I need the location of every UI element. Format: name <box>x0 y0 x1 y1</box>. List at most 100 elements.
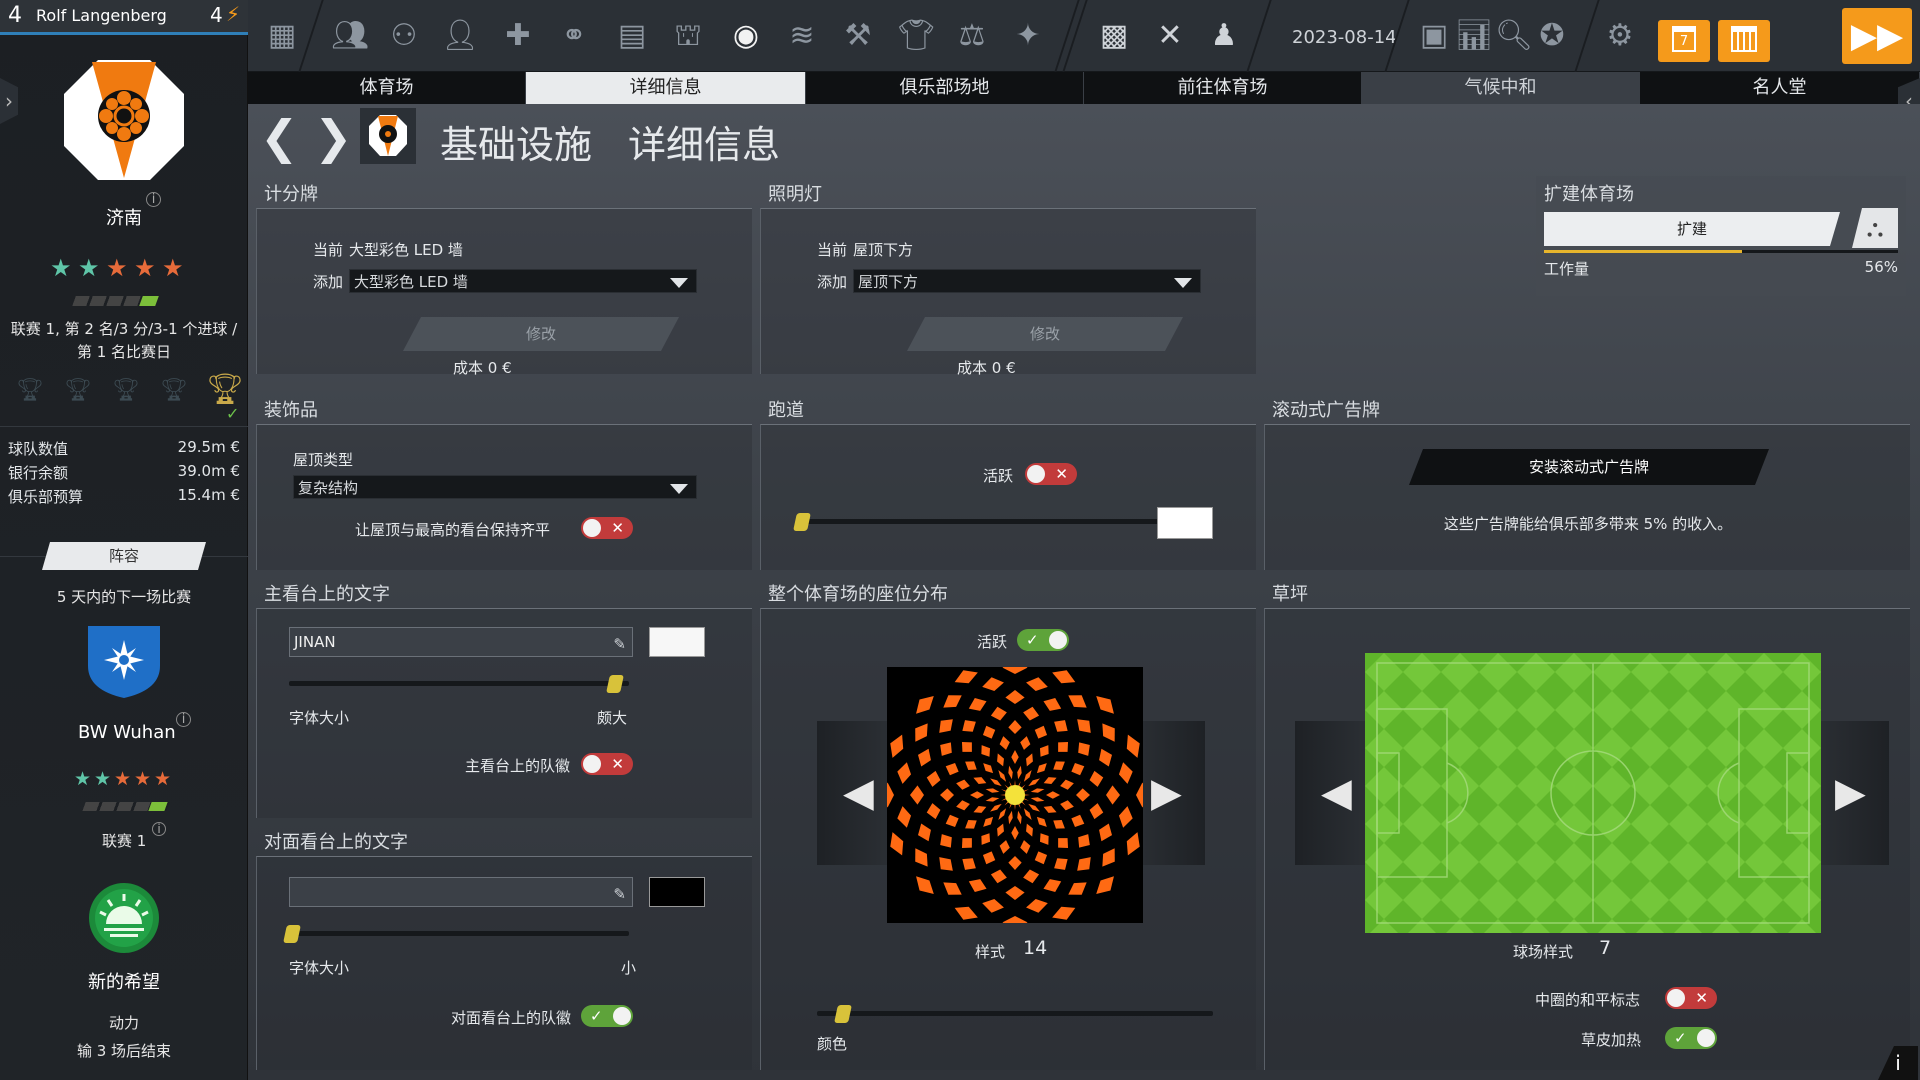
pitch-next-button[interactable]: ▶ <box>1817 721 1889 865</box>
player-icon[interactable]: 👤︎ <box>440 16 480 56</box>
trophy-icon[interactable]: 🏆︎ <box>112 378 140 403</box>
page-title-details: 详细信息 <box>628 123 781 167</box>
training-icon[interactable]: ⛫ <box>668 16 708 56</box>
board-icon[interactable]: ⚖ <box>952 16 992 56</box>
trophy-icon[interactable]: 🏆︎ <box>64 378 92 403</box>
slider-thumb[interactable] <box>606 675 625 693</box>
opponent-info-icon[interactable]: i <box>176 712 191 727</box>
slider-thumb[interactable] <box>283 925 301 943</box>
club-name[interactable]: 济南 <box>106 204 142 230</box>
seating-active-toggle[interactable]: ✓ <box>1017 629 1069 651</box>
pitch-prev-button[interactable]: ◀ <box>1295 721 1367 865</box>
opposite-stand-crest-toggle[interactable]: ✓ <box>581 1005 633 1027</box>
finances-icon[interactable]: ≋ <box>782 16 822 56</box>
seating-color-slider[interactable] <box>817 1011 1213 1016</box>
statistics-icon[interactable]: 📊︎ <box>1454 16 1494 56</box>
slider-thumb[interactable] <box>793 513 811 531</box>
main-stand-crest-toggle[interactable]: ✕ <box>581 753 633 775</box>
peace-sign-toggle[interactable]: ✕ <box>1665 987 1717 1009</box>
seat-block <box>1058 838 1069 849</box>
trophy-icon[interactable]: 🏆︎ <box>16 378 44 403</box>
search-icon[interactable]: 🔍︎ <box>1494 16 1534 56</box>
calendar-icon[interactable]: ▤ <box>612 16 652 56</box>
tab-go-to-stadium[interactable]: 前往体育场 <box>1084 72 1362 104</box>
opposite-stand-text-input[interactable]: ✎ <box>289 877 633 907</box>
lighting-cost: 成本 0 € <box>957 359 1016 377</box>
club-crest-icon[interactable] <box>62 58 186 182</box>
achievements-icon[interactable]: ✪ <box>1532 16 1572 56</box>
collapse-sidebar-icon[interactable]: › <box>0 78 18 124</box>
back-arrow-icon[interactable]: ❮ <box>260 114 299 160</box>
sunrise-icon[interactable] <box>88 882 160 954</box>
stadium-layout-icon[interactable]: ⛬ <box>1852 208 1898 248</box>
momentum-text: 输 3 场后结束 <box>76 1042 172 1060</box>
opposite-stand-font-slider[interactable] <box>289 931 629 936</box>
medical-icon[interactable]: ✚ <box>498 16 538 56</box>
track-color-swatch[interactable] <box>1157 507 1213 539</box>
opposite-stand-color-swatch[interactable] <box>649 877 705 907</box>
seating-next-button[interactable]: ▶ <box>1133 721 1205 865</box>
calendar-month-button[interactable] <box>1718 20 1770 62</box>
tactics-icon[interactable]: ⚇ <box>384 16 424 56</box>
finances-list: 球队数值 29.5m € 银行余额 39.0m € 俱乐部预算 15.4m € <box>8 438 240 510</box>
track-active-toggle[interactable]: ✕ <box>1025 463 1077 485</box>
forward-arrow-icon[interactable]: ❯ <box>314 114 353 160</box>
slider-thumb[interactable] <box>834 1005 853 1023</box>
presentation-icon[interactable]: ▣ <box>1414 16 1454 56</box>
trophy-icon[interactable]: 🏆︎ <box>160 378 188 403</box>
transfer-icon[interactable]: ⚒ <box>838 16 878 56</box>
club-info-icon[interactable]: i <box>146 192 161 207</box>
lighting-modify-button[interactable]: 修改 <box>907 317 1183 351</box>
scoreboard-modify-button[interactable]: 修改 <box>403 317 679 351</box>
tab-climate-neutral[interactable]: 气候中和 <box>1362 72 1640 104</box>
league-info-icon[interactable]: i <box>152 822 166 836</box>
kit-icon[interactable]: 👕︎ <box>896 16 936 56</box>
youth-icon[interactable]: ✦ <box>1008 16 1048 56</box>
toggle-knob <box>1027 465 1045 483</box>
tab-details[interactable]: 详细信息 <box>526 72 806 104</box>
main-stand-color-swatch[interactable] <box>649 627 705 657</box>
tab-club-grounds[interactable]: 俱乐部场地 <box>806 72 1084 104</box>
manager-bar[interactable]: 4 Rolf Langenberg 4 ⚡ <box>0 0 248 32</box>
expand-button[interactable]: 扩建 <box>1544 212 1840 246</box>
tab-stadium[interactable]: 体育场 <box>248 72 526 104</box>
stadium-icon[interactable]: ◉ <box>726 16 766 56</box>
roof-align-toggle[interactable]: ✕ <box>581 517 633 539</box>
scoreboard-select[interactable]: 大型彩色 LED 墙 <box>349 269 697 293</box>
scoreboard-panel: 当前 大型彩色 LED 墙 添加 大型彩色 LED 墙 修改 成本 0 € <box>256 208 752 377</box>
track-color-slider[interactable] <box>805 519 1165 524</box>
next-match-label: 5 天内的下一场比赛 <box>56 588 192 606</box>
calendar-day-button[interactable]: 7 <box>1658 20 1710 62</box>
install-ads-button[interactable]: 安装滚动式广告牌 <box>1409 449 1769 485</box>
lightning-icon[interactable]: ⚡ <box>226 2 240 26</box>
seat-block <box>961 838 972 849</box>
pitch-heating-toggle[interactable]: ✓ <box>1665 1027 1717 1049</box>
seating-prev-button[interactable]: ◀ <box>817 721 889 865</box>
scoreboard-current-value: 大型彩色 LED 墙 <box>349 241 463 259</box>
lineup-board-icon[interactable]: ▩ <box>1094 16 1134 56</box>
tab-hall-of-fame[interactable]: 名人堂 <box>1640 72 1920 104</box>
opposite-stand-panel: ✎ 字体大小 小 对面看台上的队徽 ✓ <box>256 856 752 1070</box>
gold-trophy-icon[interactable]: 🏆︎ <box>206 372 244 407</box>
lighting-select[interactable]: 屋顶下方 <box>853 269 1201 293</box>
opponent-crest-icon[interactable] <box>84 620 164 700</box>
opponent-name[interactable]: BW Wuhan <box>78 722 176 743</box>
main-stand-title: 主看台上的文字 <box>264 584 390 605</box>
add-label: 添加 <box>313 273 344 291</box>
inbox-icon[interactable]: ▦ <box>262 16 302 56</box>
track-title: 跑道 <box>768 400 804 421</box>
roof-type-select[interactable]: 复杂结构 <box>293 475 697 499</box>
gear-icon[interactable]: ⚙ <box>1600 16 1640 56</box>
tactic-board-icon[interactable]: ✕ <box>1150 16 1190 56</box>
main-stand-text-input[interactable]: JINAN ✎ <box>289 627 633 657</box>
main-content: ❮ ❯ 基础设施 详细信息 计分牌 当前 大型彩色 LED 墙 添加 大型彩色 … <box>248 104 1920 1080</box>
scouting-icon[interactable]: ⚭ <box>554 16 594 56</box>
lineup-button[interactable]: 阵容 <box>42 542 206 570</box>
track-panel: 活跃 ✕ <box>760 424 1256 570</box>
main-stand-font-slider[interactable] <box>289 681 629 686</box>
continue-button[interactable]: ▶▶ <box>1842 8 1912 64</box>
manager-profile-icon[interactable]: ♟ <box>1204 16 1244 56</box>
squad-icon[interactable]: 👥︎ <box>330 16 370 56</box>
finance-label: 俱乐部预算 <box>8 488 84 506</box>
manager-number: 4 <box>8 3 22 28</box>
